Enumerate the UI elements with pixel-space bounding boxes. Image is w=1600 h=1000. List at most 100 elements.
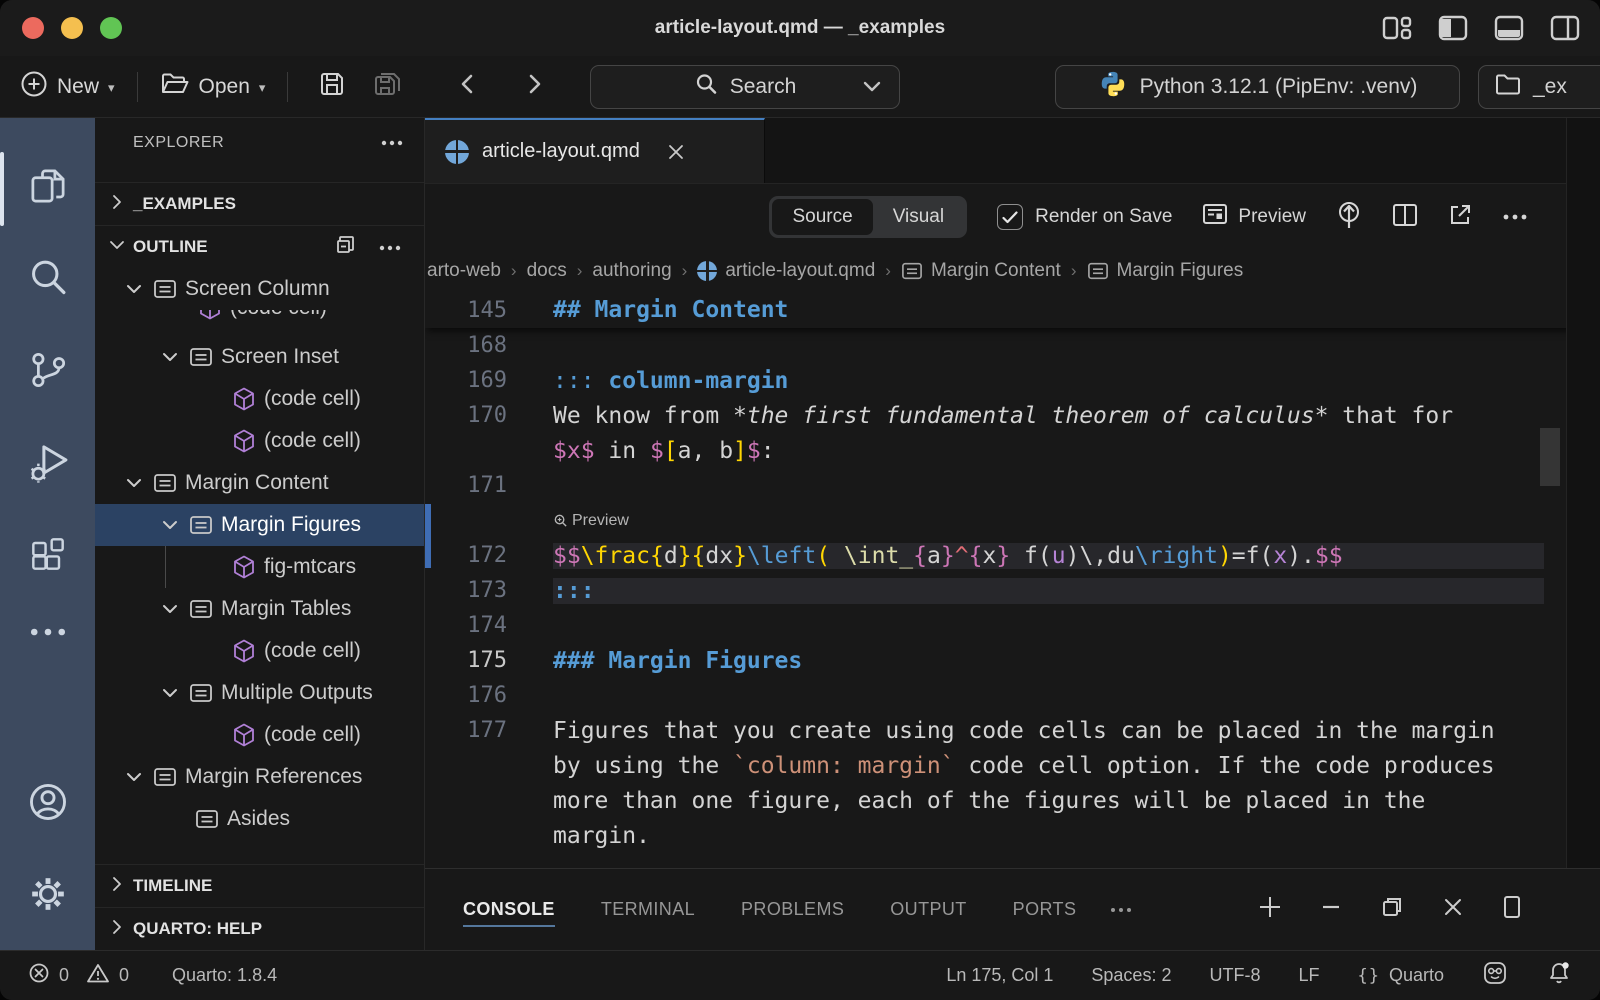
navigate-forward-icon[interactable] — [524, 69, 546, 105]
plus-icon[interactable] — [1258, 895, 1282, 924]
outline-item-margin-tables[interactable]: Margin Tables — [95, 588, 424, 630]
more-actions-icon[interactable] — [378, 237, 402, 257]
open-external-icon[interactable] — [1448, 203, 1472, 232]
save-icon[interactable] — [318, 70, 346, 104]
checkbox-checked-icon[interactable] — [997, 204, 1023, 230]
panel-tab-output[interactable]: OUTPUT — [890, 899, 966, 920]
activity-item-gear[interactable] — [0, 850, 95, 942]
breadcrumb-item[interactable]: docs — [527, 260, 567, 282]
tab-article-layout[interactable]: article-layout.qmd — [425, 118, 765, 183]
open-button[interactable]: Open ▾ — [160, 71, 266, 103]
activity-item-run-debug[interactable] — [0, 418, 95, 510]
minimize-window-button[interactable] — [61, 17, 83, 39]
section-timeline[interactable]: TIMELINE — [95, 864, 424, 907]
chevron-down-icon[interactable] — [159, 514, 181, 536]
toggle-secondary-sidebar-icon[interactable] — [1550, 15, 1580, 41]
code-line[interactable]: 171 — [425, 468, 1600, 503]
outline-item-fig-mtcars[interactable]: fig-mtcars — [95, 546, 424, 588]
code-line-current[interactable]: 175### Margin Figures — [425, 643, 1600, 678]
code-line[interactable]: more than one figure, each of the figure… — [425, 783, 1600, 818]
breadcrumb-item[interactable]: authoring — [592, 260, 671, 282]
language-mode-status[interactable]: {} Quarto — [1357, 965, 1444, 986]
activity-item-source-control[interactable] — [0, 326, 95, 418]
outline-item-code-cell[interactable]: (code cell) — [95, 714, 424, 756]
chevron-down-icon[interactable] — [123, 278, 145, 300]
close-window-button[interactable] — [22, 17, 44, 39]
chevron-down-icon[interactable] — [123, 472, 145, 494]
code-line[interactable]: 177Figures that you create using code ce… — [425, 713, 1600, 748]
outline-item-margin-content[interactable]: Margin Content — [95, 462, 424, 504]
feedback-icon[interactable] — [1482, 960, 1508, 991]
interpreter-selector[interactable]: Python 3.12.1 (PipEnv: .venv) — [1055, 65, 1460, 109]
navigate-back-icon[interactable] — [456, 69, 478, 105]
math-preview-hint[interactable]: Preview — [553, 512, 629, 530]
publish-icon[interactable] — [1336, 200, 1362, 235]
close-tab-icon[interactable] — [667, 143, 685, 161]
source-mode-button[interactable]: Source — [772, 199, 872, 235]
outline-item-screen-inset[interactable]: Screen Inset — [95, 336, 424, 378]
code-line[interactable]: 176 — [425, 678, 1600, 713]
code-line[interactable]: 174 — [425, 608, 1600, 643]
outline-item-asides[interactable]: Asides — [95, 798, 424, 840]
search-box[interactable]: Search — [590, 65, 900, 109]
visual-mode-button[interactable]: Visual — [873, 199, 964, 235]
chevron-down-icon[interactable] — [159, 346, 181, 368]
close-panel-icon[interactable] — [1442, 896, 1464, 923]
outline-item-margin-references[interactable]: Margin References — [95, 756, 424, 798]
chevron-down-icon[interactable] — [159, 598, 181, 620]
breadcrumb-item[interactable]: article-layout.qmd — [697, 260, 875, 282]
render-on-save-option[interactable]: Render on Save — [997, 204, 1172, 230]
code-editor[interactable]: 145 ## Margin Content 168169::: column-m… — [425, 292, 1600, 868]
toggle-sidebar-icon[interactable] — [1438, 15, 1468, 41]
scrollbar-thumb[interactable] — [1540, 428, 1560, 486]
restore-panel-icon[interactable] — [1380, 895, 1404, 924]
code-line[interactable]: margin. — [425, 818, 1600, 853]
minimize-panel-icon[interactable] — [1320, 895, 1342, 924]
code-line[interactable]: 169::: column-margin — [425, 363, 1600, 398]
breadcrumb-item[interactable]: arto-web — [427, 260, 501, 282]
breadcrumb-item[interactable]: Margin Content — [901, 260, 1061, 282]
more-panel-tabs-icon[interactable] — [1110, 901, 1132, 919]
problems-status[interactable]: 0 0 — [28, 962, 129, 989]
section-outline[interactable]: OUTLINE — [95, 225, 424, 268]
outline-item-code-cell[interactable]: (code cell) — [95, 310, 424, 336]
cursor-position-status[interactable]: Ln 175, Col 1 — [946, 965, 1053, 986]
outline-item-multiple-outputs[interactable]: Multiple Outputs — [95, 672, 424, 714]
chevron-down-icon[interactable] — [159, 682, 181, 704]
notifications-bell-icon[interactable] — [1546, 960, 1572, 991]
outline-item-code-cell[interactable]: (code cell) — [95, 378, 424, 420]
activity-item-search[interactable] — [0, 234, 95, 326]
more-actions-icon[interactable] — [1502, 208, 1528, 226]
save-all-icon[interactable] — [372, 70, 402, 104]
activity-item-more[interactable] — [0, 602, 95, 666]
code-line[interactable]: 172$$\frac{d}{dx}\left( \int_{a}^{x} f(u… — [425, 538, 1600, 573]
split-editor-icon[interactable] — [1392, 203, 1418, 232]
panel-tab-terminal[interactable]: TERMINAL — [601, 899, 695, 920]
new-button[interactable]: New ▾ — [20, 70, 115, 104]
chevron-down-icon[interactable] — [123, 766, 145, 788]
activity-item-account[interactable] — [0, 758, 95, 850]
preview-button[interactable]: Preview — [1202, 202, 1306, 232]
code-line[interactable]: Preview — [425, 503, 1600, 538]
outline-item-code-cell[interactable]: (code cell) — [95, 630, 424, 672]
code-line[interactable]: by using the `column: margin` code cell … — [425, 748, 1600, 783]
toggle-panel-icon[interactable] — [1494, 15, 1524, 41]
code-line[interactable]: 168 — [425, 328, 1600, 363]
outline-item-screen-column[interactable]: Screen Column — [95, 268, 424, 310]
section-quarto-help[interactable]: QUARTO: HELP — [95, 907, 424, 950]
quarto-version-status[interactable]: Quarto: 1.8.4 — [172, 965, 277, 986]
collapse-all-icon[interactable] — [334, 233, 358, 262]
code-line[interactable]: 173::: — [425, 573, 1600, 608]
zoom-window-button[interactable] — [100, 17, 122, 39]
encoding-status[interactable]: UTF-8 — [1209, 965, 1260, 986]
code-line[interactable]: 170We know from *the first fundamental t… — [425, 398, 1600, 433]
sticky-scroll-line[interactable]: 145 ## Margin Content — [425, 292, 1600, 328]
code-line[interactable]: $x$ in $[a, b]$: — [425, 433, 1600, 468]
breadcrumb-item[interactable]: Margin Figures — [1087, 260, 1244, 282]
indentation-status[interactable]: Spaces: 2 — [1091, 965, 1171, 986]
more-actions-icon[interactable] — [380, 134, 404, 152]
customize-layout-icon[interactable] — [1382, 15, 1412, 41]
outline-item-code-cell[interactable]: (code cell) — [95, 420, 424, 462]
workspace-selector[interactable]: _ex — [1478, 65, 1600, 109]
panel-tab-ports[interactable]: PORTS — [1013, 899, 1077, 920]
